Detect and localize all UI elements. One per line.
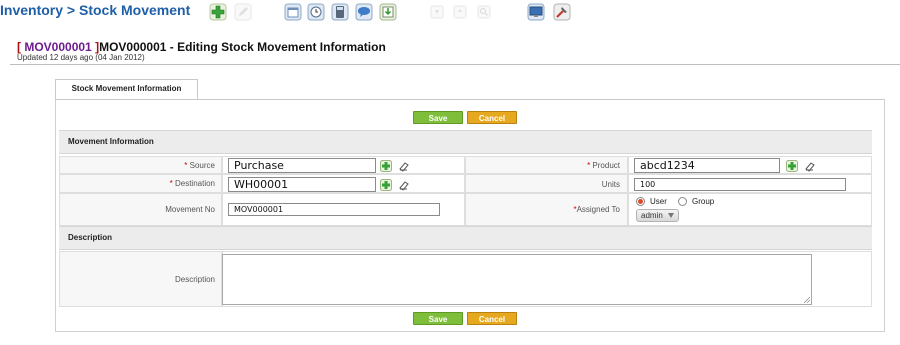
assigned-to-select-value: admin <box>641 211 663 220</box>
import-icon[interactable] <box>378 2 398 22</box>
chevron-down-icon <box>668 213 674 218</box>
assigned-group-label[interactable]: Group <box>692 197 714 206</box>
top-bar: Inventory > Stock Movement <box>0 0 900 24</box>
chat-icon[interactable] <box>354 2 374 22</box>
movement-no-input[interactable]: MOV000001 <box>228 203 440 216</box>
breadcrumb-module[interactable]: Inventory <box>0 2 63 18</box>
breadcrumb-separator: > <box>66 2 76 18</box>
save-button-top[interactable]: Save <box>413 111 463 124</box>
destination-required-mark: * <box>169 179 173 188</box>
destination-input[interactable]: WH00001 <box>228 177 376 192</box>
assigned-to-label: *Assigned To <box>465 205 620 214</box>
add-icon[interactable] <box>208 2 228 22</box>
units-input[interactable]: 100 <box>634 178 846 191</box>
monitor-icon[interactable] <box>526 2 546 22</box>
product-label-text: Product <box>592 161 620 170</box>
sort-icon[interactable] <box>450 2 470 22</box>
source-label-text: Source <box>189 161 215 170</box>
source-clear-icon[interactable] <box>398 160 410 172</box>
resize-grip-icon[interactable] <box>804 297 810 303</box>
source-add-icon[interactable] <box>380 160 392 172</box>
destination-clear-icon[interactable] <box>398 179 410 191</box>
section-description: Description <box>59 226 872 250</box>
assigned-to-select[interactable]: admin <box>636 209 679 222</box>
record-id-number: MOV000001 <box>24 40 92 54</box>
breadcrumb-page[interactable]: Stock Movement <box>79 2 190 18</box>
assigned-user-label[interactable]: User <box>650 197 667 206</box>
search-icon[interactable] <box>474 2 494 22</box>
calculator-icon[interactable] <box>330 2 350 22</box>
record-id-close: ] <box>91 40 100 54</box>
product-required-mark: * <box>587 161 591 170</box>
section-movement-information: Movement Information <box>59 130 872 154</box>
tools-icon[interactable] <box>552 2 572 22</box>
product-add-icon[interactable] <box>786 160 798 172</box>
calendar-icon[interactable] <box>283 2 303 22</box>
assigned-group-radio[interactable] <box>678 197 687 206</box>
clock-icon[interactable] <box>306 2 326 22</box>
edit-icon[interactable] <box>233 2 253 22</box>
destination-add-icon[interactable] <box>380 179 392 191</box>
destination-label-text: Destination <box>174 179 215 188</box>
assigned-user-radio[interactable] <box>636 197 645 206</box>
record-updated: Updated 12 days ago (04 Jan 2012) <box>17 53 145 62</box>
product-input[interactable]: abcd1234 <box>634 158 780 173</box>
record-id: [ MOV000001 ] <box>17 40 99 54</box>
movement-no-label: Movement No <box>165 205 215 214</box>
cancel-button-bottom[interactable]: Cancel <box>467 312 517 325</box>
assigned-to-label-text: Assigned To <box>576 205 620 214</box>
description-textarea[interactable] <box>222 254 812 305</box>
breadcrumb: Inventory > Stock Movement <box>0 2 190 18</box>
source-required-mark: * <box>184 161 188 170</box>
record-title-text: MOV000001 - Editing Stock Movement Infor… <box>99 40 386 54</box>
tab-stock-movement-information[interactable]: Stock Movement Information <box>55 79 198 99</box>
source-input[interactable]: Purchase <box>228 158 376 173</box>
description-label: Description <box>174 275 215 284</box>
product-clear-icon[interactable] <box>804 160 816 172</box>
filter-icon[interactable] <box>427 2 447 22</box>
cancel-button-top[interactable]: Cancel <box>467 111 517 124</box>
record-title: [ MOV000001 ]MOV000001 - Editing Stock M… <box>17 40 386 54</box>
save-button-bottom[interactable]: Save <box>413 312 463 325</box>
units-label: Units <box>601 180 620 189</box>
header-divider <box>10 64 900 65</box>
destination-label: * Destination <box>59 179 215 188</box>
product-label: * Product <box>465 161 620 170</box>
source-label: * Source <box>59 161 215 170</box>
